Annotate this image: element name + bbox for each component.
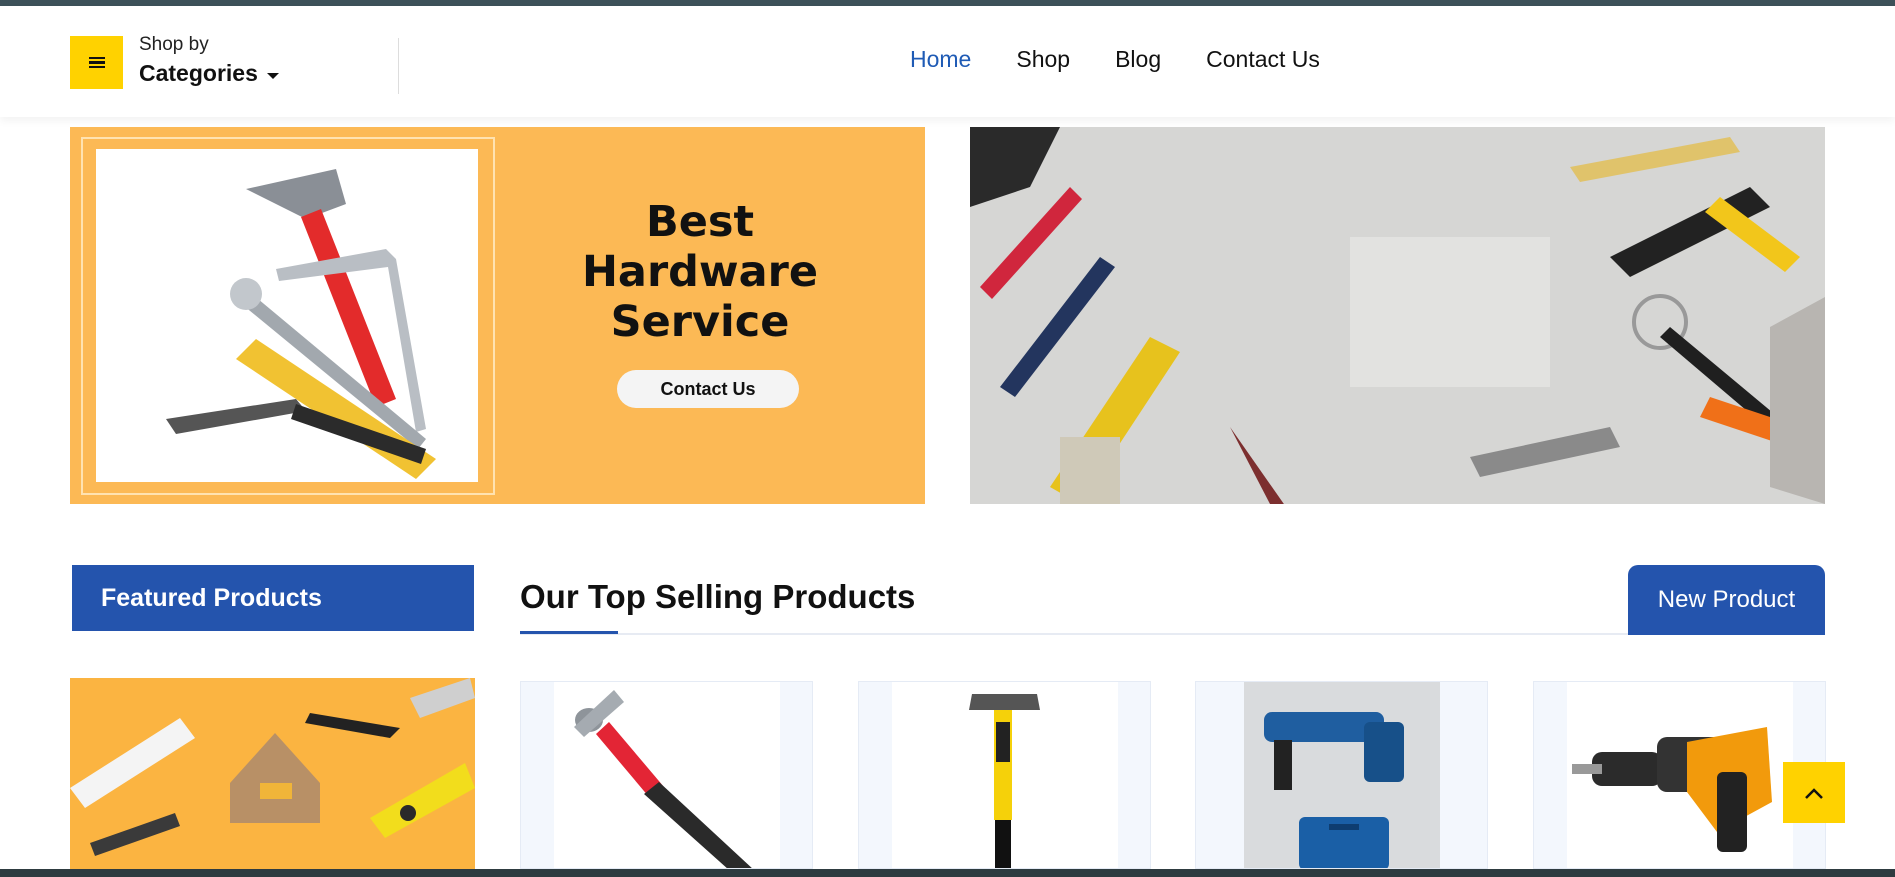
promo-banner-hardware[interactable]: Best Hardware Service Contact Us (70, 127, 925, 504)
categories-menu-button[interactable] (70, 36, 123, 89)
main-nav: Home Shop Blog Contact Us (910, 46, 1365, 73)
header-divider (398, 38, 399, 94)
banner-headline: Best Hardware Service (550, 197, 850, 347)
bottom-bar (0, 869, 1895, 877)
product-image (1244, 682, 1440, 868)
headline-line-2: Hardware (581, 247, 819, 297)
top-selling-title: Our Top Selling Products (520, 578, 916, 615)
headline-line-3: Service (610, 297, 790, 347)
shop-by-categories[interactable]: Shop by Categories (139, 34, 279, 87)
banner-contact-button[interactable]: Contact Us (617, 370, 799, 408)
caret-down-icon (266, 73, 279, 79)
tools-photo-banner[interactable] (970, 127, 1825, 504)
featured-products-title: Featured Products (72, 565, 474, 631)
product-card-ball-peen-hammer[interactable] (520, 681, 813, 869)
nav-contact-us[interactable]: Contact Us (1206, 46, 1320, 73)
product-image (1567, 682, 1793, 868)
chevron-up-icon (1805, 787, 1823, 799)
featured-product-image[interactable] (70, 678, 475, 869)
product-image (554, 682, 780, 868)
scroll-to-top-button[interactable] (1783, 762, 1845, 823)
hamburger-icon (88, 56, 105, 69)
product-card-rotary-hammer-drill[interactable] (1195, 681, 1488, 869)
categories-label: Categories (139, 60, 258, 86)
headline-line-1: Best (645, 197, 755, 247)
shop-by-label: Shop by (139, 34, 209, 55)
product-card-claw-hammer[interactable] (858, 681, 1151, 869)
nav-blog[interactable]: Blog (1115, 46, 1161, 73)
new-product-tab[interactable]: New Product (1628, 565, 1825, 635)
nav-shop[interactable]: Shop (1016, 46, 1070, 73)
site-header: Shop by Categories Home Shop Blog Contac… (0, 6, 1895, 117)
section-divider-accent (520, 631, 618, 634)
tools-photo (96, 149, 478, 482)
product-image (892, 682, 1118, 868)
nav-home[interactable]: Home (910, 46, 971, 73)
